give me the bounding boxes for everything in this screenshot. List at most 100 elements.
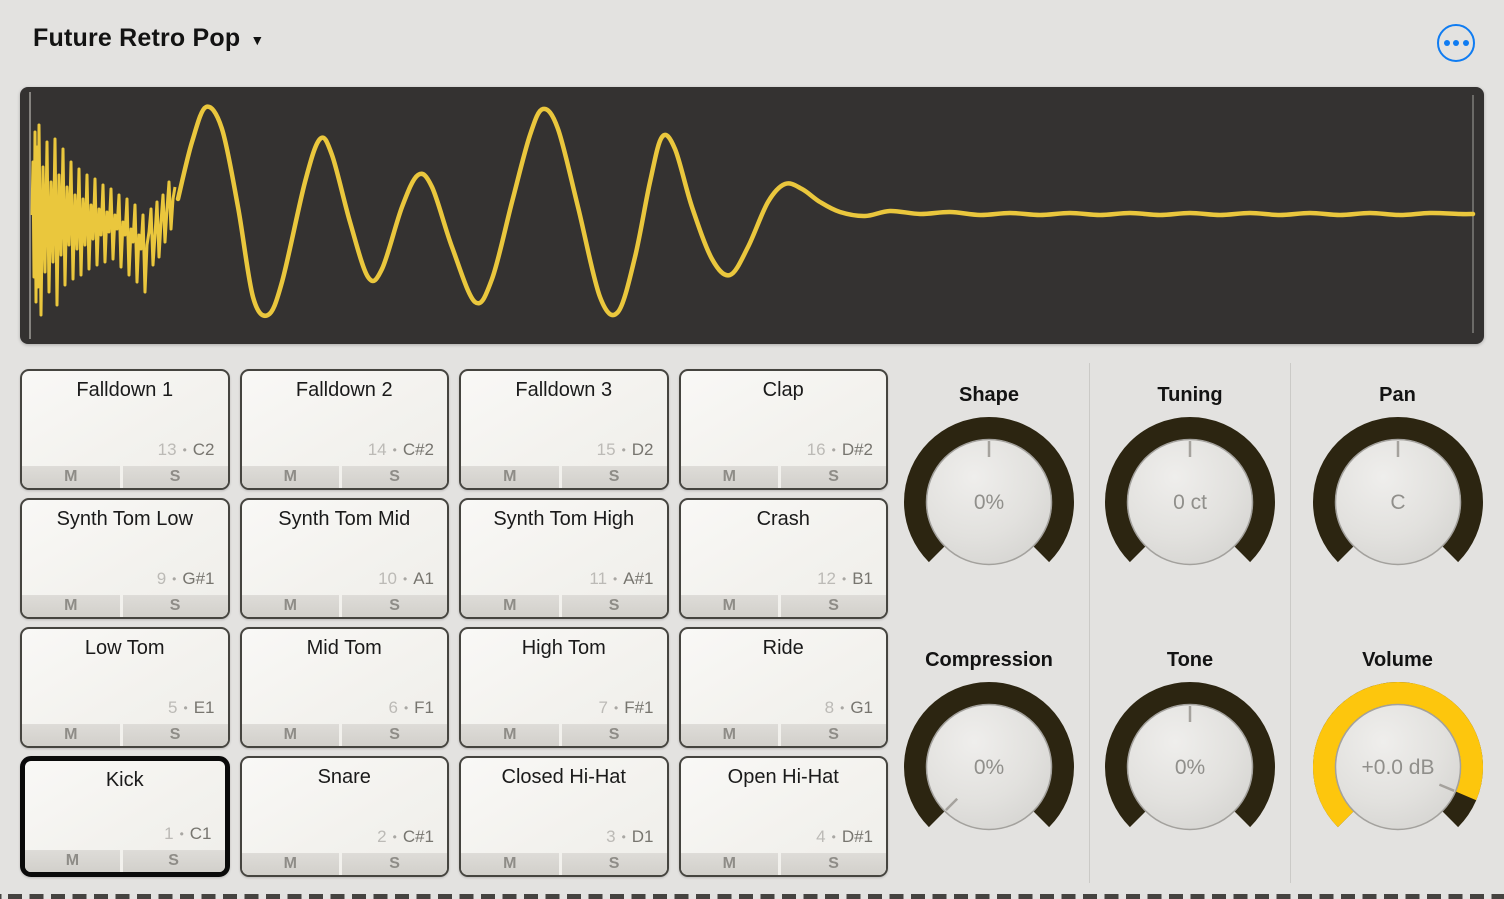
pad-key-assignment: 3 • D1	[606, 827, 653, 847]
knob-panel: Shape 0% Tuning 0 ct Pan C Compression	[889, 363, 1504, 883]
pad-name: Kick	[25, 769, 225, 792]
solo-button[interactable]: S	[781, 466, 886, 488]
pad-number: 2	[377, 827, 386, 847]
pad-name: Falldown 3	[461, 379, 667, 402]
mute-solo-strip: M S	[242, 466, 448, 488]
mute-button[interactable]: M	[461, 853, 559, 875]
knob-cell-pan: Pan C	[1290, 363, 1504, 628]
mute-button[interactable]: M	[25, 850, 120, 872]
mute-button[interactable]: M	[461, 595, 559, 617]
pad-number: 3	[606, 827, 615, 847]
mute-button[interactable]: M	[22, 724, 120, 746]
solo-button[interactable]: S	[342, 466, 447, 488]
pad-closed-hi-hat[interactable]: Closed Hi-Hat 3 • D1 M S	[459, 756, 669, 877]
pad-number: 12	[817, 569, 836, 589]
pad-name: Snare	[242, 766, 448, 789]
pan-knob[interactable]: C	[1308, 412, 1488, 592]
pad-open-hi-hat[interactable]: Open Hi-Hat 4 • D#1 M S	[679, 756, 889, 877]
solo-button[interactable]: S	[562, 595, 667, 617]
pad-synth-tom-mid[interactable]: Synth Tom Mid 10 • A1 M S	[240, 498, 450, 619]
mute-button[interactable]: M	[242, 724, 340, 746]
compression-knob[interactable]: 0%	[899, 677, 1079, 857]
pad-key-assignment: 8 • G1	[825, 698, 873, 718]
knob-value: +0.0 dB	[1361, 756, 1434, 779]
bullet-separator-icon: •	[622, 830, 626, 844]
bullet-separator-icon: •	[404, 701, 408, 715]
mute-solo-strip: M S	[681, 724, 887, 746]
pad-falldown-1[interactable]: Falldown 1 13 • C2 M S	[20, 369, 230, 490]
pad-falldown-2[interactable]: Falldown 2 14 • C#2 M S	[240, 369, 450, 490]
mute-button[interactable]: M	[461, 466, 559, 488]
solo-button[interactable]: S	[342, 595, 447, 617]
knob-label: Compression	[925, 649, 1053, 672]
mute-button[interactable]: M	[242, 853, 340, 875]
mute-button[interactable]: M	[22, 466, 120, 488]
pad-note: B1	[852, 569, 873, 589]
solo-button[interactable]: S	[123, 724, 228, 746]
mute-button[interactable]: M	[22, 595, 120, 617]
mute-button[interactable]: M	[461, 724, 559, 746]
solo-button[interactable]: S	[123, 466, 228, 488]
shape-knob[interactable]: 0%	[899, 412, 1079, 592]
pad-number: 4	[816, 827, 825, 847]
pad-note: C2	[193, 440, 215, 460]
pad-clap[interactable]: Clap 16 • D#2 M S	[679, 369, 889, 490]
bullet-separator-icon: •	[622, 443, 626, 457]
pad-key-assignment: 12 • B1	[817, 569, 873, 589]
pad-number: 9	[157, 569, 166, 589]
solo-button[interactable]: S	[781, 853, 886, 875]
solo-button[interactable]: S	[342, 724, 447, 746]
solo-button[interactable]: S	[562, 724, 667, 746]
more-options-button[interactable]	[1437, 24, 1475, 62]
pad-synth-tom-low[interactable]: Synth Tom Low 9 • G#1 M S	[20, 498, 230, 619]
mute-solo-strip: M S	[22, 466, 228, 488]
mute-button[interactable]: M	[681, 853, 779, 875]
preset-selector[interactable]: Future Retro Pop ▼	[33, 24, 264, 53]
pad-kick[interactable]: Kick 1 • C1 M S	[20, 756, 230, 877]
pad-name: Low Tom	[22, 637, 228, 660]
pad-key-assignment: 5 • E1	[168, 698, 214, 718]
pad-number: 11	[589, 569, 607, 589]
pad-number: 14	[368, 440, 387, 460]
pad-name: Falldown 1	[22, 379, 228, 402]
pad-synth-tom-high[interactable]: Synth Tom High 11 • A#1 M S	[459, 498, 669, 619]
pad-key-assignment: 11 • A#1	[589, 569, 653, 589]
bullet-separator-icon: •	[183, 443, 187, 457]
pad-crash[interactable]: Crash 12 • B1 M S	[679, 498, 889, 619]
pad-ride[interactable]: Ride 8 • G1 M S	[679, 627, 889, 748]
solo-button[interactable]: S	[562, 466, 667, 488]
bullet-separator-icon: •	[613, 572, 617, 586]
pad-high-tom[interactable]: High Tom 7 • F#1 M S	[459, 627, 669, 748]
solo-button[interactable]: S	[781, 595, 886, 617]
pad-mid-tom[interactable]: Mid Tom 6 • F1 M S	[240, 627, 450, 748]
knob-cell-tuning: Tuning 0 ct	[1089, 363, 1290, 628]
pad-note: G#1	[182, 569, 214, 589]
mute-button[interactable]: M	[242, 466, 340, 488]
mute-button[interactable]: M	[681, 724, 779, 746]
pad-note: D1	[632, 827, 654, 847]
mute-button[interactable]: M	[242, 595, 340, 617]
pad-number: 5	[168, 698, 177, 718]
bullet-separator-icon: •	[832, 830, 836, 844]
pad-note: D#2	[842, 440, 873, 460]
bullet-separator-icon: •	[614, 701, 618, 715]
volume-knob[interactable]: +0.0 dB	[1308, 677, 1488, 857]
pad-low-tom[interactable]: Low Tom 5 • E1 M S	[20, 627, 230, 748]
pad-snare[interactable]: Snare 2 • C#1 M S	[240, 756, 450, 877]
pad-name: Falldown 2	[242, 379, 448, 402]
pad-note: C1	[190, 824, 212, 844]
tone-knob[interactable]: 0%	[1100, 677, 1280, 857]
solo-button[interactable]: S	[123, 850, 225, 872]
mute-button[interactable]: M	[681, 466, 779, 488]
solo-button[interactable]: S	[781, 724, 886, 746]
pad-key-assignment: 7 • F#1	[599, 698, 654, 718]
knob-value: 0%	[974, 491, 1004, 514]
pad-falldown-3[interactable]: Falldown 3 15 • D2 M S	[459, 369, 669, 490]
solo-button[interactable]: S	[562, 853, 667, 875]
pad-name: High Tom	[461, 637, 667, 660]
mute-button[interactable]: M	[681, 595, 779, 617]
solo-button[interactable]: S	[123, 595, 228, 617]
pad-number: 7	[599, 698, 608, 718]
tuning-knob[interactable]: 0 ct	[1100, 412, 1280, 592]
solo-button[interactable]: S	[342, 853, 447, 875]
